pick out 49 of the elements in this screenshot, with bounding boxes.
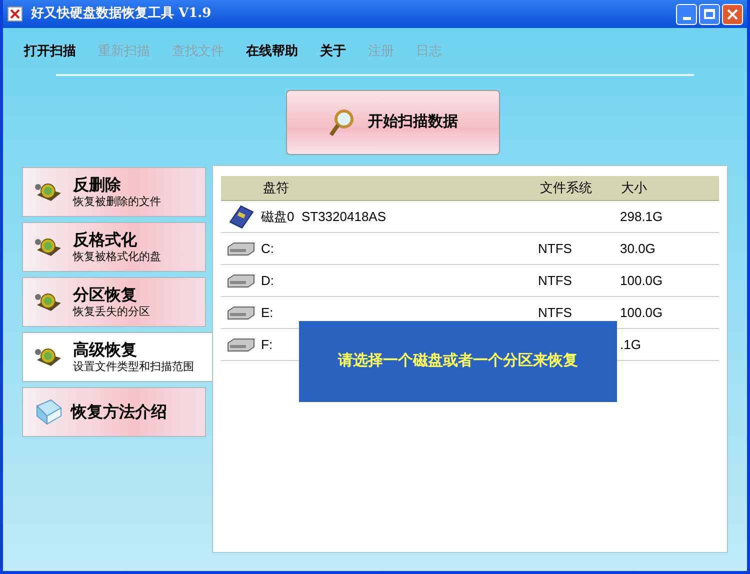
sidebar-item[interactable]: 反删除 恢复被删除的文件 bbox=[22, 167, 206, 217]
message-text: 请选择一个磁盘或者一个分区来恢复 bbox=[338, 351, 578, 372]
column-header: 文件系统 bbox=[539, 179, 593, 198]
drive-icon bbox=[226, 272, 256, 288]
sidebar-item[interactable]: 反格式化 恢复被格式化的盘 bbox=[22, 222, 206, 272]
sidebar-item-subtitle: 恢复被删除的文件 bbox=[73, 195, 161, 209]
menu-item[interactable]: 打开扫描 bbox=[24, 41, 76, 61]
disk-row[interactable]: C: NTFS 30.0G bbox=[221, 233, 719, 265]
sidebar-item-title: 反格式化 bbox=[73, 230, 138, 250]
sidebar-item[interactable]: 恢复方法介绍 bbox=[22, 387, 206, 437]
sidebar-item[interactable]: 分区恢复 恢复丢失的分区 bbox=[22, 277, 206, 327]
sidebar-item-title: 反删除 bbox=[73, 175, 122, 195]
menu-item[interactable]: 在线帮助 bbox=[246, 41, 298, 61]
close-button[interactable] bbox=[722, 4, 743, 24]
disk-row[interactable]: 磁盘0 ST3320418AS 298.1G bbox=[221, 201, 719, 233]
drive-size: 100.0G bbox=[620, 272, 663, 290]
sidebar-item[interactable]: 高级恢复 设置文件类型和扫描范围 bbox=[22, 332, 212, 382]
search-icon bbox=[328, 108, 356, 138]
sidebar-item-subtitle: 恢复被格式化的盘 bbox=[73, 250, 161, 264]
drive-size: .1G bbox=[620, 336, 641, 354]
drive-name: D: bbox=[261, 272, 275, 290]
column-header: 大小 bbox=[620, 179, 647, 198]
drive-size: 30.0G bbox=[620, 240, 656, 258]
drive-size: 298.1G bbox=[620, 208, 663, 226]
maximize-button[interactable] bbox=[699, 4, 720, 24]
sidebar-item-title: 高级恢复 bbox=[73, 340, 138, 360]
drive-icon bbox=[226, 304, 256, 320]
sidebar-item-title: 分区恢复 bbox=[73, 285, 138, 305]
file-system: NTFS bbox=[538, 240, 572, 256]
app-icon bbox=[7, 6, 23, 22]
file-system: NTFS bbox=[538, 304, 572, 320]
window-title: 好又快硬盘数据恢复工具 V1.9 bbox=[31, 5, 212, 24]
drive-size: 100.0G bbox=[620, 304, 663, 322]
drive-name: 磁盘0 ST3320418AS bbox=[261, 208, 388, 226]
file-system: NTFS bbox=[538, 272, 572, 288]
disk-row[interactable]: D: NTFS 100.0G bbox=[221, 265, 719, 297]
sidebar-item-subtitle: 恢复丢失的分区 bbox=[73, 305, 150, 319]
close-icon bbox=[727, 8, 738, 20]
column-header: 盘符 bbox=[262, 179, 290, 198]
minimize-button[interactable] bbox=[676, 4, 697, 24]
sidebar-item-subtitle: 设置文件类型和扫描范围 bbox=[73, 360, 194, 374]
drive-icon bbox=[226, 240, 256, 256]
drive-icon bbox=[226, 336, 256, 352]
drive-name: C: bbox=[261, 240, 275, 258]
menu-item[interactable]: 关于 bbox=[320, 41, 346, 61]
drive-name: F: bbox=[261, 336, 274, 354]
sidebar-item-title: 恢复方法介绍 bbox=[71, 402, 167, 422]
start-scan-button[interactable]: 开始扫描数据 bbox=[286, 90, 500, 155]
drive-name: E: bbox=[261, 304, 274, 322]
